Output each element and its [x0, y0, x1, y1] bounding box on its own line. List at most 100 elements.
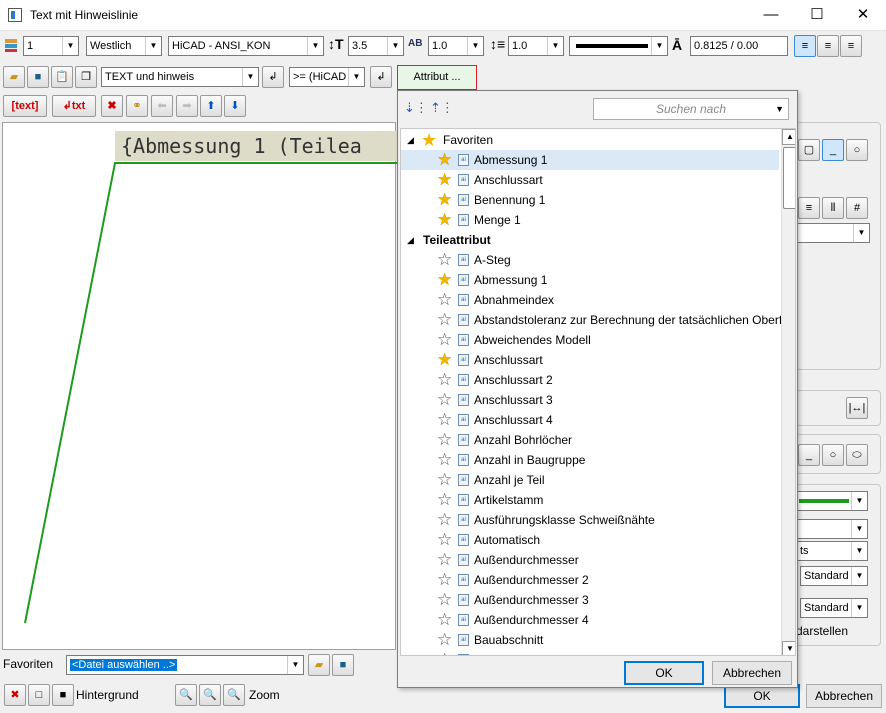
tree-scrollbar[interactable]: ▲ ▼ [781, 129, 795, 655]
tree-item[interactable]: ☆ ai Anzahl Bohrlöcher [401, 430, 779, 450]
grid-both-button[interactable]: # [846, 197, 868, 219]
delete-button[interactable]: ✖ [101, 95, 123, 117]
star-outline-icon[interactable]: ☆ [437, 331, 452, 349]
tree-item[interactable]: ☆ ai Artikelstamm [401, 490, 779, 510]
maximize-button[interactable]: ☐ [794, 0, 840, 30]
popup-cancel-button[interactable]: Abbrechen [712, 661, 792, 685]
popup-ok-button[interactable]: OK [624, 661, 704, 685]
tree-item[interactable]: ☆ ai Bauabschnitt [401, 630, 779, 650]
arrow-left-button[interactable]: ⬅ [151, 95, 173, 117]
scroll-thumb[interactable] [783, 147, 795, 209]
shape-oval-button[interactable]: ⬭ [846, 444, 868, 466]
tree-item[interactable]: ☆ ai Abstandstoleranz zur Berechnung der t… [401, 310, 782, 330]
star-outline-icon[interactable]: ☆ [437, 471, 452, 489]
tree-item[interactable]: ★ ai Menge 1 [401, 210, 779, 230]
star-outline-icon[interactable]: ☆ [437, 591, 452, 609]
tree-item[interactable]: ★ ai Anschlussart [401, 350, 779, 370]
tree-item[interactable]: ☆ ai Außendurchmesser [401, 550, 779, 570]
star-outline-icon[interactable]: ☆ [437, 571, 452, 589]
star-filled-icon[interactable]: ★ [437, 151, 452, 169]
leader-style-select[interactable]: ▼ [796, 519, 868, 539]
tree-item[interactable]: ☆ ai Baugruppe [401, 650, 779, 655]
tree-item[interactable]: ☆ ai Anschlussart 4 [401, 410, 779, 430]
paste-button[interactable]: 📋 [51, 66, 73, 88]
star-filled-icon[interactable]: ★ [437, 271, 452, 289]
star-outline-icon[interactable]: ☆ [437, 311, 452, 329]
save-button[interactable]: ■ [27, 66, 49, 88]
tree-item[interactable]: ★ ai Anschlussart [401, 170, 779, 190]
star-outline-icon[interactable]: ☆ [437, 451, 452, 469]
tree-item[interactable]: ★ ai Abmessung 1 [401, 270, 779, 290]
tree-item[interactable]: ★ ai Abmessung 1 [401, 150, 779, 170]
expand-triangle-icon[interactable]: ◢ [407, 130, 414, 150]
width-ratio-select[interactable]: 1.0 ▼ [428, 36, 484, 56]
layer-select[interactable]: 1 ▼ [23, 36, 79, 56]
align-left-button[interactable]: ≡ [794, 35, 816, 57]
arrow-down-button[interactable]: ⬇ [224, 95, 246, 117]
tree-item[interactable]: ☆ ai Außendurchmesser 2 [401, 570, 779, 590]
tree-item[interactable]: ☆ ai Anzahl je Teil [401, 470, 779, 490]
arrow-standard-select[interactable]: Standard ▼ [800, 566, 868, 586]
star-outline-icon[interactable]: ☆ [437, 611, 452, 629]
insert-filter-button[interactable]: ↲ [370, 66, 392, 88]
line-spacing-select[interactable]: 1.0 ▼ [508, 36, 564, 56]
tree-item[interactable]: ☆ ai Anzahl in Baugruppe [401, 450, 779, 470]
open-folder-button[interactable]: ▰ [3, 66, 25, 88]
star-filled-icon[interactable]: ★ [437, 171, 452, 189]
star-outline-icon[interactable]: ☆ [437, 491, 452, 509]
star-outline-icon[interactable]: ☆ [437, 411, 452, 429]
favorites-save-button[interactable]: ■ [332, 654, 354, 676]
grid-v-button[interactable]: ⦀ [822, 197, 844, 219]
leader-color-select[interactable]: ▼ [796, 491, 868, 511]
font-select[interactable]: HiCAD - ANSI_KON ▼ [168, 36, 324, 56]
align-right-button[interactable]: ≡ [840, 35, 862, 57]
star-outline-icon[interactable]: ☆ [437, 531, 452, 549]
sort-asc-button[interactable]: ⇡⋮ [430, 100, 454, 116]
scroll-up-button[interactable]: ▲ [782, 129, 795, 145]
insert-txt-button[interactable]: ↲txt [52, 95, 96, 117]
width-fit-button[interactable]: |↔| [846, 397, 868, 419]
minimize-button[interactable]: — [748, 0, 794, 30]
line-style-select[interactable]: ▼ [569, 36, 668, 56]
shape-circle-button[interactable]: ○ [822, 444, 844, 466]
white-fill-button[interactable]: □ [28, 684, 50, 706]
star-outline-icon[interactable]: ☆ [437, 371, 452, 389]
zoom-fit-button[interactable]: 🔍 [223, 684, 245, 706]
zoom-out-button[interactable]: 🔍 [199, 684, 221, 706]
direction-select[interactable]: Westlich ▼ [86, 36, 162, 56]
attribute-button[interactable]: Attribut ... [397, 65, 477, 90]
drawing-canvas[interactable]: {Abmessung 1 (Teilea [2, 122, 405, 650]
tree-group[interactable]: ◢ ★ Favoriten [401, 130, 779, 150]
close-button[interactable]: ✕ [840, 0, 886, 30]
attribute-tree[interactable]: ◢ ★ Favoriten ★ ai Abmessung 1 ★ ai Anschlussart… [400, 128, 796, 656]
slant-field[interactable]: 0.8125 / 0.00 [690, 36, 788, 56]
text-button[interactable]: [text] [3, 95, 47, 117]
star-outline-icon[interactable]: ☆ [437, 551, 452, 569]
tree-item[interactable]: ☆ ai Abweichendes Modell [401, 330, 779, 350]
star-filled-icon[interactable]: ★ [437, 351, 452, 369]
end-standard-select[interactable]: Standard ▼ [800, 598, 868, 618]
star-outline-icon[interactable]: ☆ [437, 391, 452, 409]
star-filled-icon[interactable]: ★ [437, 211, 452, 229]
frame-round-button[interactable]: ○ [846, 139, 868, 161]
star-outline-icon[interactable]: ☆ [437, 291, 452, 309]
link-button[interactable]: ⚭ [126, 95, 148, 117]
insert-template-button[interactable]: ↲ [262, 66, 284, 88]
no-fill-button[interactable]: ✖ [4, 684, 26, 706]
align-center-button[interactable]: ≡ [817, 35, 839, 57]
tree-item[interactable]: ☆ ai Anschlussart 3 [401, 390, 779, 410]
copy-button[interactable]: ❐ [75, 66, 97, 88]
shape-underline-button[interactable]: _ [798, 444, 820, 466]
tree-item[interactable]: ☆ ai Außendurchmesser 3 [401, 590, 779, 610]
expand-triangle-icon[interactable]: ◢ [407, 230, 414, 250]
favorites-open-button[interactable]: ▰ [308, 654, 330, 676]
text-size-select[interactable]: 3.5 ▼ [348, 36, 404, 56]
tree-item[interactable]: ☆ ai Anschlussart 2 [401, 370, 779, 390]
star-outline-icon[interactable]: ☆ [437, 431, 452, 449]
frame-underline-button[interactable]: _ [822, 139, 844, 161]
tree-item[interactable]: ☆ ai Außendurchmesser 4 [401, 610, 779, 630]
scroll-down-button[interactable]: ▼ [782, 641, 795, 655]
arrow-right-button[interactable]: ➡ [176, 95, 198, 117]
star-filled-icon[interactable]: ★ [437, 191, 452, 209]
template-select[interactable]: TEXT und hinweis ▼ [101, 67, 259, 87]
